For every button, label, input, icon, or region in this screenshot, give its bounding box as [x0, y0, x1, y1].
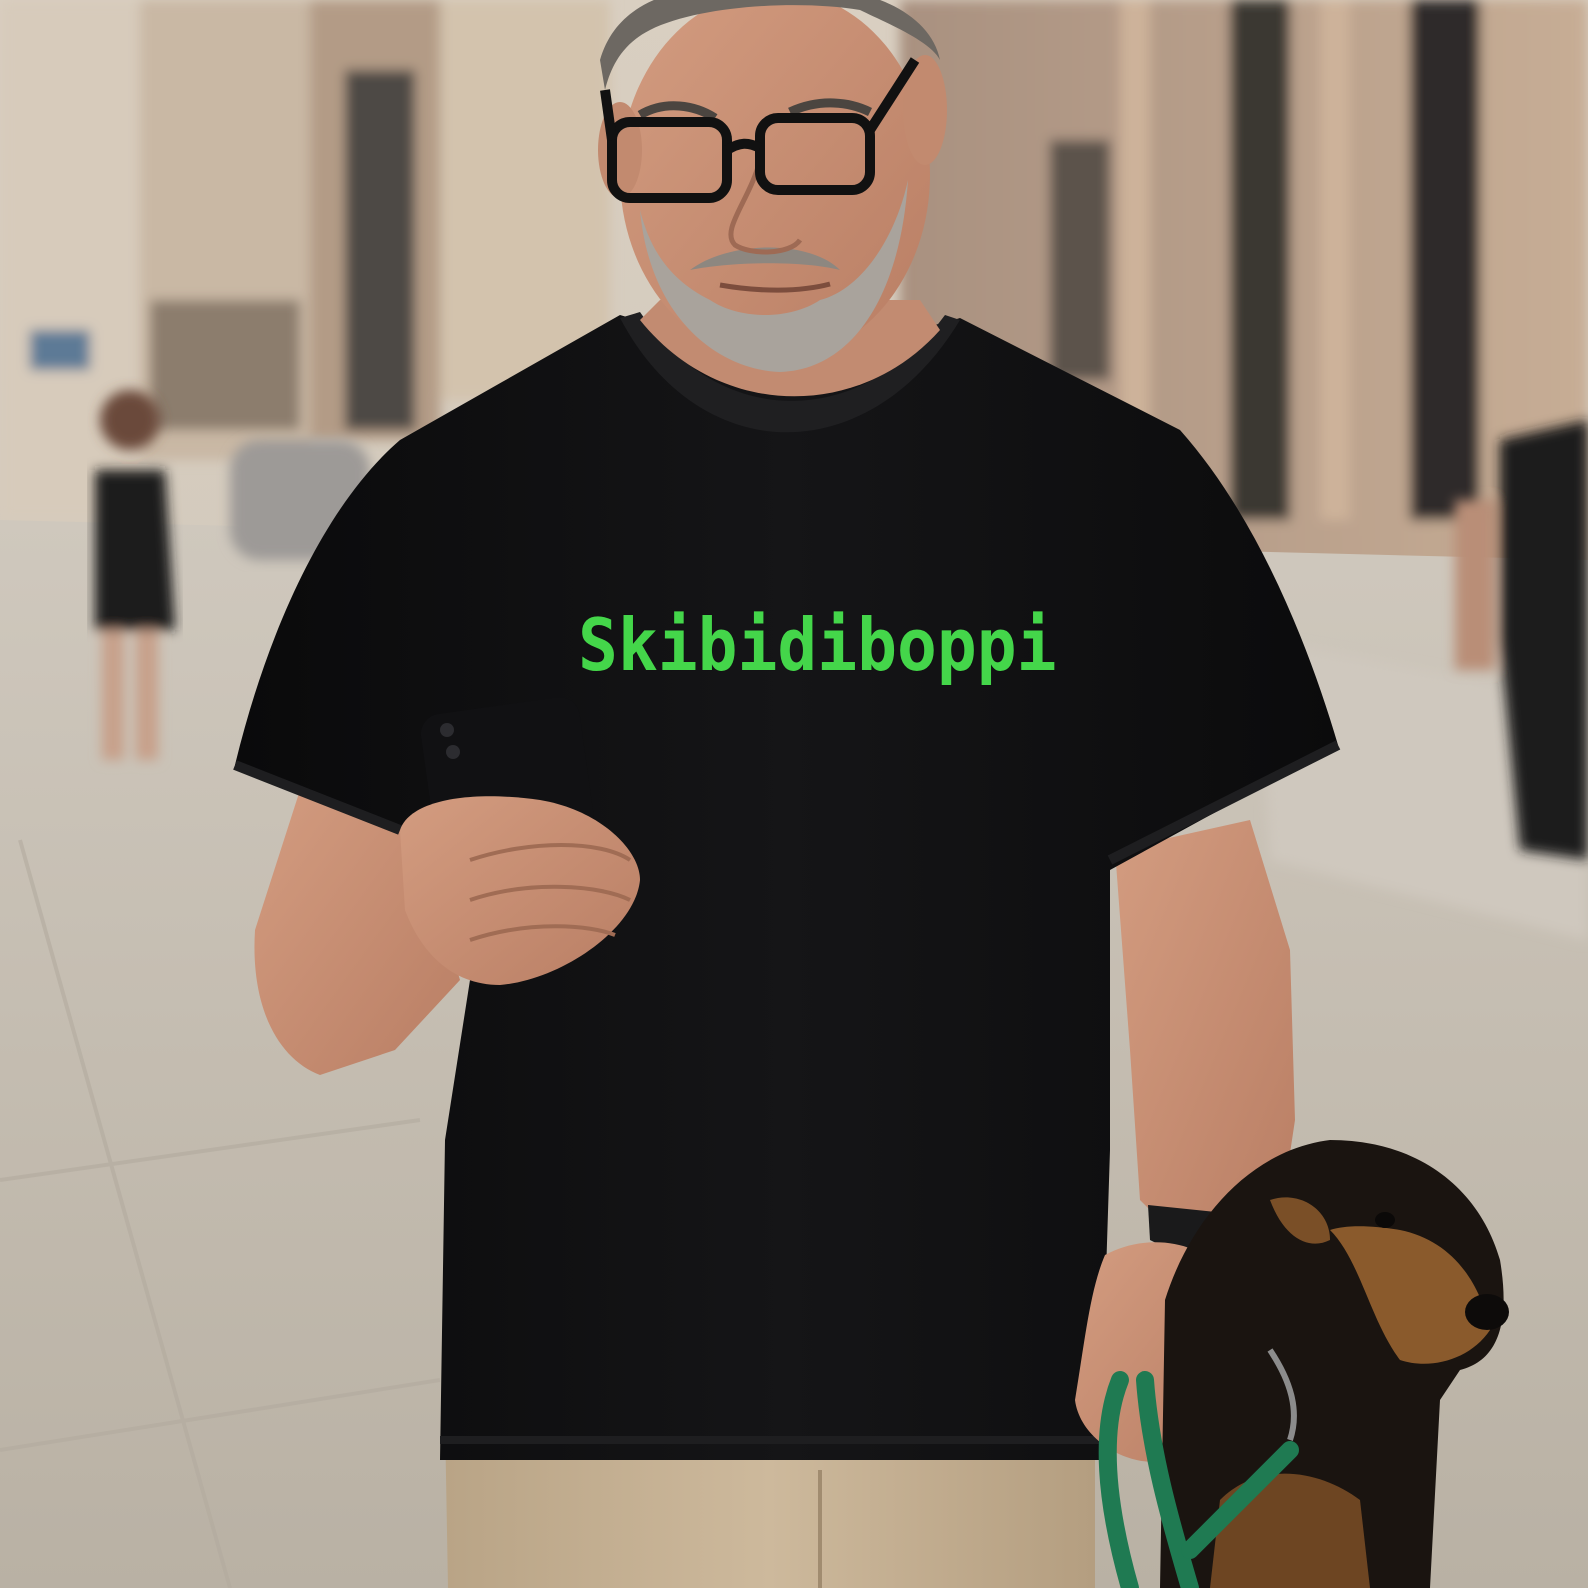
photo-illustration [0, 0, 1588, 1588]
photo-scene: Skibidiboppi [0, 0, 1588, 1588]
shirt-print-text: Skibidiboppi [578, 603, 1057, 687]
